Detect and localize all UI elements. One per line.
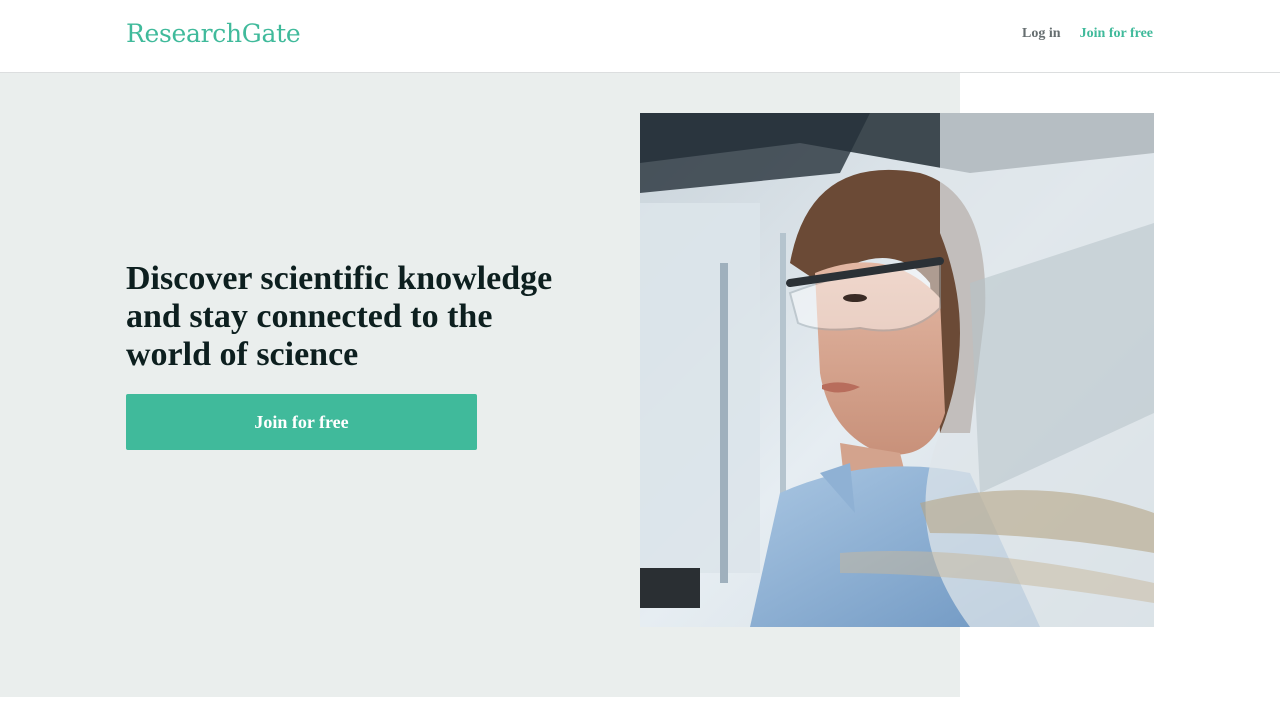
- hero-image-scientist: [640, 113, 1154, 627]
- join-for-free-button[interactable]: Join for free: [126, 394, 477, 450]
- login-link[interactable]: Log in: [1022, 26, 1061, 42]
- hero-headline: Discover scientific knowledge and stay c…: [126, 260, 553, 373]
- site-header: ResearchGate Log in Join for free: [0, 0, 1280, 73]
- scientist-illustration: [640, 113, 1154, 627]
- researchgate-logo[interactable]: ResearchGate: [126, 19, 301, 48]
- join-for-free-link[interactable]: Join for free: [1080, 26, 1153, 42]
